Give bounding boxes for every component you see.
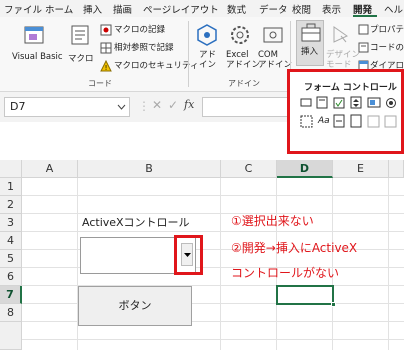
column-header-b[interactable]: B xyxy=(78,160,221,178)
warning-icon: ! xyxy=(100,60,112,72)
record-icon xyxy=(100,24,112,36)
menu-view[interactable]: 表示 xyxy=(322,2,341,16)
row-header-5[interactable]: 5 xyxy=(0,250,22,268)
note-no-activex-controls: コントロールがない xyxy=(231,266,340,280)
record-macro-label: マクロの記録 xyxy=(114,25,166,35)
gridline xyxy=(22,213,404,214)
addin-button[interactable]: アド イン xyxy=(194,22,220,80)
enter-icon[interactable]: ✓ xyxy=(168,98,178,112)
menu-page-layout[interactable]: ページレイアウト xyxy=(143,2,219,16)
relative-ref-label: 相対参照で記録 xyxy=(114,43,174,53)
toolbox-icon xyxy=(301,23,321,42)
column-header-d[interactable]: D xyxy=(277,160,333,178)
visual-basic-icon xyxy=(24,26,44,44)
macro-icon xyxy=(71,25,89,45)
active-cell-d7[interactable] xyxy=(276,285,334,305)
menu-developer[interactable]: 開発 xyxy=(353,2,372,16)
excel-addin-button[interactable]: Excel アドイン xyxy=(224,22,260,80)
relative-ref-icon xyxy=(100,42,112,54)
svg-text:!: ! xyxy=(105,64,108,72)
relative-ref-button[interactable]: 相対参照で記録 xyxy=(100,41,190,55)
macro-label: マクロ xyxy=(68,54,94,64)
gridline xyxy=(22,339,404,340)
insert-controls-button[interactable]: 挿入 xyxy=(296,20,324,66)
row-header-1[interactable]: 1 xyxy=(0,178,22,196)
activex-control-label: ActiveXコントロール xyxy=(82,216,190,229)
macro-button[interactable]: マクロ xyxy=(64,22,98,82)
view-code-icon xyxy=(358,42,369,53)
menu-help[interactable]: ヘルプ xyxy=(384,2,404,16)
excel-addin-label: Excel アドイン xyxy=(226,50,261,70)
macro-security-label: マクロのセキュリティ xyxy=(114,61,199,71)
properties-icon xyxy=(358,24,369,35)
design-mode-label: デザイン モード xyxy=(326,50,361,70)
menu-bar: ファイル ホーム 挿入 描画 ページレイアウト 数式 データ 校閲 表示 開発 … xyxy=(0,0,404,17)
menu-review[interactable]: 校閲 xyxy=(292,2,311,16)
row-header-3[interactable]: 3 xyxy=(0,214,22,232)
row-header-9[interactable] xyxy=(0,322,22,350)
more-dots-icon: ⋮ xyxy=(138,99,150,113)
gridline xyxy=(22,231,404,232)
record-macro-button[interactable]: マクロの記録 xyxy=(100,23,190,37)
addin-icon xyxy=(197,24,217,46)
visual-basic-button[interactable]: Visual Basic xyxy=(12,22,63,82)
chevron-down-icon[interactable] xyxy=(117,104,126,110)
column-header-e[interactable]: E xyxy=(333,160,389,178)
gridline xyxy=(220,178,221,350)
insert-label: 挿入 xyxy=(301,47,319,57)
highlight-box-form-controls xyxy=(287,69,404,154)
row-header-7[interactable]: 7 xyxy=(0,286,22,304)
menu-draw[interactable]: 描画 xyxy=(113,2,132,16)
properties-label: プロパティ xyxy=(370,25,404,35)
menu-file[interactable]: ファイル xyxy=(4,2,42,16)
column-header-f[interactable] xyxy=(389,160,404,178)
group-divider xyxy=(188,21,189,87)
function-icon[interactable]: fx xyxy=(184,98,194,111)
note-no-activex-in-insert: ②開発→挿入にActiveX xyxy=(231,241,358,255)
menu-data[interactable]: データ xyxy=(259,2,288,16)
com-addin-label: COM アドイン xyxy=(258,50,293,70)
gear-icon xyxy=(231,26,249,44)
visual-basic-label: Visual Basic xyxy=(12,52,63,62)
gridline xyxy=(388,178,389,350)
view-code-button[interactable]: コードの表示 xyxy=(358,41,404,55)
gridline xyxy=(22,195,404,196)
properties-button[interactable]: プロパティ xyxy=(358,23,404,37)
addin-label: アド イン xyxy=(199,50,217,70)
com-addin-icon xyxy=(263,27,283,43)
row-header-2[interactable]: 2 xyxy=(0,196,22,214)
column-header-c[interactable]: C xyxy=(221,160,277,178)
activex-button[interactable]: ボタン xyxy=(78,286,192,326)
design-mode-icon xyxy=(333,26,349,43)
menu-insert[interactable]: 挿入 xyxy=(83,2,102,16)
row-header-6[interactable]: 6 xyxy=(0,268,22,286)
com-addin-button[interactable]: COM アドイン xyxy=(258,22,292,80)
view-code-label: コードの表示 xyxy=(370,43,404,53)
select-all-corner[interactable] xyxy=(0,160,22,178)
fill-handle[interactable] xyxy=(331,302,336,307)
note-cannot-select: ①選択出来ない xyxy=(231,214,314,228)
column-header-a[interactable]: A xyxy=(22,160,78,178)
name-box[interactable]: D7 xyxy=(4,97,130,117)
addin-group-label: アドイン xyxy=(228,79,260,88)
cancel-icon[interactable]: ✕ xyxy=(152,98,162,112)
row-header-8[interactable]: 8 xyxy=(0,304,22,322)
highlight-box-combo-arrow xyxy=(174,235,203,275)
macro-security-button[interactable]: ! マクロのセキュリティ xyxy=(100,59,199,73)
menu-home[interactable]: ホーム xyxy=(45,2,73,16)
menu-formulas[interactable]: 数式 xyxy=(227,2,246,16)
code-group-label: コード xyxy=(88,79,112,88)
row-header-4[interactable]: 4 xyxy=(0,232,22,250)
